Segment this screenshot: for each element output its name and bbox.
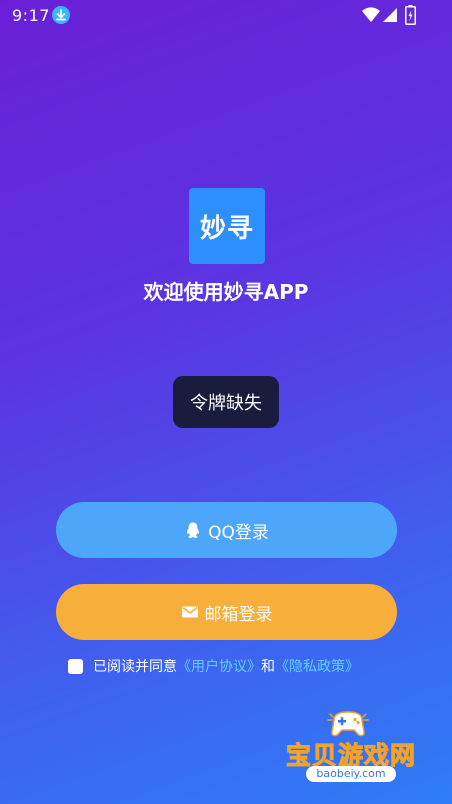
- agreement-prefix: 已阅读并同意: [93, 659, 177, 675]
- agreement-row: 已阅读并同意 《用户协议》 和 《隐私政策》: [68, 656, 359, 676]
- qq-login-label: QQ登录: [208, 522, 269, 543]
- watermark-url: baobeiy.com: [306, 766, 396, 782]
- wifi-icon: [362, 7, 380, 23]
- qq-icon: [187, 522, 200, 538]
- watermark: 宝贝游戏网 baobeiy.com: [276, 708, 426, 788]
- signal-icon: [383, 8, 397, 22]
- agreement-and: 和: [261, 659, 275, 675]
- download-icon: [52, 6, 70, 24]
- agreement-checkbox[interactable]: [68, 658, 83, 674]
- app-logo-text: 妙寻: [199, 213, 254, 244]
- status-bar: 9:17: [0, 0, 452, 30]
- battery-icon: [405, 5, 416, 25]
- status-time: 9:17: [12, 6, 50, 25]
- toast-text: 令牌缺失: [190, 393, 262, 414]
- privacy-policy-link[interactable]: 《隐私政策》: [275, 656, 359, 676]
- email-login-label: 邮箱登录: [204, 604, 273, 625]
- toast-message: 令牌缺失: [173, 376, 279, 428]
- app-logo: 妙寻: [189, 188, 265, 264]
- welcome-title: 欢迎使用妙寻APP: [143, 280, 309, 304]
- user-agreement-link[interactable]: 《用户协议》: [177, 656, 261, 676]
- mail-icon: [181, 606, 198, 618]
- qq-login-button[interactable]: QQ登录: [56, 502, 397, 558]
- email-login-button[interactable]: 邮箱登录: [56, 584, 397, 640]
